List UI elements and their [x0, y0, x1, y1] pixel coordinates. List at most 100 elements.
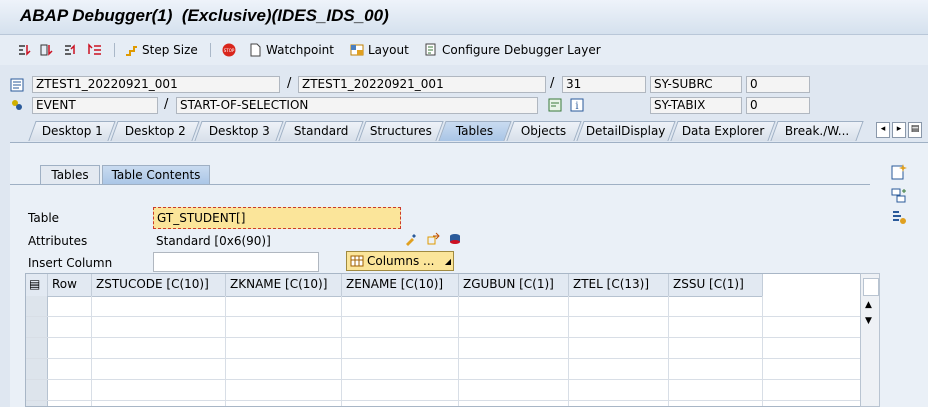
grid-scrollbar[interactable]: ▲ ▼: [860, 273, 880, 407]
tab-objects[interactable]: Objects: [506, 121, 582, 141]
columns-button[interactable]: Columns ... ◢: [346, 251, 454, 271]
table-cell[interactable]: [342, 338, 459, 358]
column-header[interactable]: ZSTUCODE [C(10)]: [92, 274, 226, 296]
tab-scroll-left-icon[interactable]: ◂: [876, 122, 890, 138]
table-cell[interactable]: [342, 359, 459, 379]
single-step-icon[interactable]: [18, 41, 32, 59]
event-name-field[interactable]: START-OF-SELECTION: [176, 97, 538, 114]
table-cell[interactable]: [669, 317, 763, 337]
execute-icon[interactable]: [40, 41, 54, 59]
tab-desktop-1[interactable]: Desktop 1: [28, 121, 116, 141]
row-selector[interactable]: [26, 401, 48, 406]
row-selector[interactable]: [26, 317, 48, 337]
row-selector[interactable]: [26, 359, 48, 379]
table-cell[interactable]: [569, 338, 669, 358]
tab-breakpoints[interactable]: Break./W...: [770, 121, 864, 141]
configure-layer-button[interactable]: Configure Debugger Layer: [424, 41, 601, 59]
table-cell[interactable]: [459, 401, 569, 406]
grid-settings-icon[interactable]: ▤: [26, 274, 48, 296]
table-cell[interactable]: [48, 401, 92, 406]
table-cell[interactable]: [226, 380, 342, 400]
table-cell[interactable]: [459, 317, 569, 337]
table-cell[interactable]: [342, 317, 459, 337]
subtab-table-contents[interactable]: Table Contents: [102, 165, 210, 185]
table-cell[interactable]: [669, 359, 763, 379]
table-cell[interactable]: [92, 296, 226, 316]
info-icon[interactable]: i: [570, 98, 584, 112]
scroll-thumb[interactable]: [863, 278, 879, 296]
table-cell[interactable]: [669, 296, 763, 316]
insert-column-input[interactable]: [153, 252, 319, 272]
column-header[interactable]: ZTEL [C(13)]: [569, 274, 669, 296]
table-cell[interactable]: [48, 338, 92, 358]
tab-list-icon[interactable]: ▤: [908, 122, 922, 138]
table-cell[interactable]: [569, 296, 669, 316]
watchpoint-button[interactable]: Watchpoint: [248, 41, 334, 59]
table-cell[interactable]: [92, 317, 226, 337]
tab-tables[interactable]: Tables: [438, 121, 512, 141]
column-header[interactable]: Row: [48, 274, 92, 296]
row-selector[interactable]: [26, 296, 48, 316]
row-selector[interactable]: [26, 380, 48, 400]
source-icon[interactable]: [548, 98, 562, 112]
row-selector[interactable]: [26, 338, 48, 358]
table-cell[interactable]: [459, 380, 569, 400]
table-cell[interactable]: [669, 338, 763, 358]
tab-desktop-2[interactable]: Desktop 2: [110, 121, 200, 141]
scroll-down-icon[interactable]: ▼: [865, 316, 872, 326]
table-row[interactable]: [26, 380, 864, 401]
tab-desktop-3[interactable]: Desktop 3: [194, 121, 284, 141]
table-name-input[interactable]: GT_STUDENT[]: [153, 207, 401, 229]
table-cell[interactable]: [92, 359, 226, 379]
tab-data-explorer[interactable]: Data Explorer: [670, 121, 776, 141]
database-icon[interactable]: [448, 232, 462, 246]
column-header[interactable]: ZENAME [C(10)]: [342, 274, 459, 296]
layout-button[interactable]: Layout: [350, 41, 409, 59]
tab-detail-display[interactable]: DetailDisplay: [576, 121, 676, 141]
table-cell[interactable]: [226, 338, 342, 358]
table-cell[interactable]: [226, 401, 342, 406]
table-cell[interactable]: [569, 359, 669, 379]
table-cell[interactable]: [92, 401, 226, 406]
continue-icon[interactable]: [88, 41, 102, 59]
change-icon[interactable]: [404, 232, 418, 246]
table-cell[interactable]: [48, 296, 92, 316]
table-cell[interactable]: [342, 296, 459, 316]
subtab-tables[interactable]: Tables: [40, 165, 100, 185]
tab-scroll-right-icon[interactable]: ▸: [892, 122, 906, 138]
line-field[interactable]: 31: [562, 76, 646, 93]
tab-structures[interactable]: Structures: [358, 121, 444, 141]
table-cell[interactable]: [92, 380, 226, 400]
table-row[interactable]: [26, 401, 864, 406]
table-cell[interactable]: [569, 317, 669, 337]
stop-button[interactable]: STOP: [222, 41, 236, 59]
table-cell[interactable]: [342, 401, 459, 406]
column-header[interactable]: ZGUBUN [C(1)]: [459, 274, 569, 296]
table-cell[interactable]: [669, 380, 763, 400]
table-cell[interactable]: [92, 338, 226, 358]
table-row[interactable]: [26, 338, 864, 359]
table-cell[interactable]: [48, 359, 92, 379]
include-field[interactable]: ZTEST1_20220921_001: [298, 76, 546, 93]
table-cell[interactable]: [459, 359, 569, 379]
program-field[interactable]: ZTEST1_20220921_001: [32, 76, 280, 93]
table-cell[interactable]: [48, 317, 92, 337]
table-row[interactable]: [26, 317, 864, 338]
table-cell[interactable]: [226, 317, 342, 337]
table-cell[interactable]: [48, 380, 92, 400]
new-tool-icon[interactable]: [890, 163, 908, 181]
table-cell[interactable]: [669, 401, 763, 406]
services-tool-icon[interactable]: [890, 209, 908, 227]
column-header[interactable]: ZKNAME [C(10)]: [226, 274, 342, 296]
table-cell[interactable]: [459, 296, 569, 316]
table-cell[interactable]: [459, 338, 569, 358]
table-cell[interactable]: [569, 380, 669, 400]
table-cell[interactable]: [569, 401, 669, 406]
swap-tool-icon[interactable]: [890, 187, 908, 205]
step-size-button[interactable]: Step Size: [124, 41, 198, 59]
column-header[interactable]: ZSSU [C(1)]: [669, 274, 763, 296]
event-type-field[interactable]: EVENT: [32, 97, 158, 114]
return-icon[interactable]: [64, 41, 78, 59]
tab-standard[interactable]: Standard: [278, 121, 364, 141]
table-row[interactable]: [26, 296, 864, 317]
